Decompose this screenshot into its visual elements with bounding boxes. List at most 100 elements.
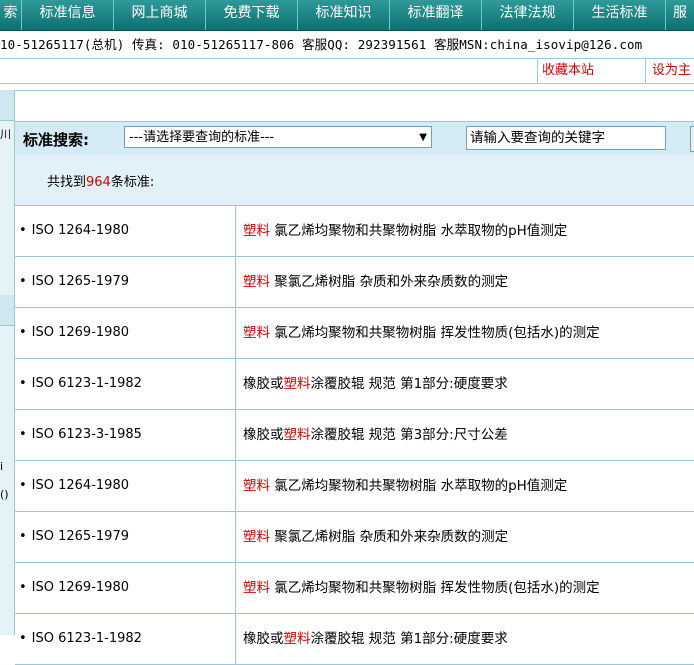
standard-code-link[interactable]: ISO 1265-1979 xyxy=(32,274,129,289)
standard-code-cell: • ISO 6123-1-1982 xyxy=(15,614,236,664)
result-summary: 共找到964条标准: xyxy=(15,155,694,206)
standard-title-link[interactable]: 橡胶或塑料涂覆胶辊 规范 第3部分:尺寸公差 xyxy=(243,410,508,460)
table-row: • ISO 6123-3-1985 橡胶或塑料涂覆胶辊 规范 第3部分:尺寸公差 xyxy=(15,410,694,461)
standard-code-cell: • ISO 6123-1-1982 xyxy=(15,359,236,409)
sidebar-tab[interactable] xyxy=(0,90,14,121)
bullet-icon: • xyxy=(19,631,27,646)
bookmark-strip: 收藏本站 设为主 xyxy=(0,58,694,84)
standard-code-cell: • ISO 1265-1979 xyxy=(15,512,236,562)
title-keyword: 塑料 xyxy=(243,325,270,341)
standard-code-link[interactable]: ISO 1264-1980 xyxy=(32,223,129,238)
divider xyxy=(537,59,538,83)
title-rest: 氯乙烯均聚物和共聚物树脂 水萃取物的pH值测定 xyxy=(270,478,568,494)
divider xyxy=(645,59,646,83)
add-favorite-link[interactable]: 收藏本站 xyxy=(542,59,594,83)
bullet-icon: • xyxy=(19,427,27,442)
title-prefix: 橡胶或 xyxy=(243,631,284,647)
table-row: • ISO 1264-1980 塑料 氯乙烯均聚物和共聚物树脂 水萃取物的pH值测… xyxy=(15,206,694,257)
result-count-suffix: 条标准: xyxy=(110,175,155,190)
bullet-icon: • xyxy=(19,325,27,340)
standard-code-link[interactable]: ISO 1265-1979 xyxy=(32,529,129,544)
table-row: • ISO 6123-1-1982 橡胶或塑料涂覆胶辊 规范 第1部分:硬度要求 xyxy=(15,614,694,665)
bullet-icon: • xyxy=(19,580,27,595)
standard-title-link[interactable]: 橡胶或塑料涂覆胶辊 规范 第1部分:硬度要求 xyxy=(243,614,508,664)
bullet-icon: • xyxy=(19,529,27,544)
nav-item-online-shop[interactable]: 网上商城 xyxy=(114,0,206,30)
standard-title-link[interactable]: 塑料 氯乙烯均聚物和共聚物树脂 水萃取物的pH值测定 xyxy=(243,461,567,511)
left-sidebar: 川 i () xyxy=(0,90,15,635)
title-rest: 聚氯乙烯树脂 杂质和外来杂质数的测定 xyxy=(270,529,509,545)
standard-code-link[interactable]: ISO 6123-1-1982 xyxy=(32,631,142,646)
nav-item-search[interactable]: 索 xyxy=(0,0,22,30)
title-rest: 涂覆胶辊 规范 第1部分:硬度要求 xyxy=(310,376,508,392)
standard-code-cell: • ISO 1264-1980 xyxy=(15,461,236,511)
set-homepage-link[interactable]: 设为主 xyxy=(652,59,691,83)
title-rest: 氯乙烯均聚物和共聚物树脂 挥发性物质(包括水)的测定 xyxy=(270,580,600,596)
standard-code-link[interactable]: ISO 1269-1980 xyxy=(32,580,129,595)
title-keyword: 塑料 xyxy=(283,631,311,647)
title-keyword: 塑料 xyxy=(283,427,311,443)
result-count: 共找到964条标准: xyxy=(47,171,154,190)
standard-title-link[interactable]: 塑料 聚氯乙烯树脂 杂质和外来杂质数的测定 xyxy=(243,257,508,307)
standard-code-link[interactable]: ISO 6123-1-1982 xyxy=(32,376,142,391)
bullet-icon: • xyxy=(19,376,27,391)
standard-code-link[interactable]: ISO 1269-1980 xyxy=(32,325,129,340)
standard-code-cell: • ISO 6123-3-1985 xyxy=(15,410,236,460)
search-bar: 标准搜索: ---请选择要查询的标准--- ▼ xyxy=(15,121,694,156)
title-keyword: 塑料 xyxy=(283,376,311,392)
sidebar-text: 川 xyxy=(0,128,11,141)
title-prefix: 橡胶或 xyxy=(243,427,284,443)
standard-select-value: ---请选择要查询的标准--- xyxy=(129,130,275,145)
nav-item-free-download[interactable]: 免费下载 xyxy=(206,0,298,30)
title-keyword: 塑料 xyxy=(243,274,270,290)
bullet-icon: • xyxy=(19,223,27,238)
nav-item-standard-info[interactable]: 标准信息 xyxy=(22,0,114,30)
table-row: • ISO 1269-1980 塑料 氯乙烯均聚物和共聚物树脂 挥发性物质(包括水… xyxy=(15,308,694,359)
title-keyword: 塑料 xyxy=(243,580,270,596)
standard-code-cell: • ISO 1269-1980 xyxy=(15,308,236,358)
search-label: 标准搜索: xyxy=(23,131,89,149)
search-button[interactable] xyxy=(690,126,694,152)
table-row: • ISO 1264-1980 塑料 氯乙烯均聚物和共聚物树脂 水萃取物的pH值测… xyxy=(15,461,694,512)
table-row: • ISO 1265-1979 塑料 聚氯乙烯树脂 杂质和外来杂质数的测定 xyxy=(15,257,694,308)
standard-code-link[interactable]: ISO 6123-3-1985 xyxy=(32,427,142,442)
table-row: • ISO 1269-1980 塑料 氯乙烯均聚物和共聚物树脂 挥发性物质(包括水… xyxy=(15,563,694,614)
standard-title-link[interactable]: 塑料 氯乙烯均聚物和共聚物树脂 挥发性物质(包括水)的测定 xyxy=(243,563,600,613)
standard-title-link[interactable]: 橡胶或塑料涂覆胶辊 规范 第1部分:硬度要求 xyxy=(243,359,508,409)
title-rest: 涂覆胶辊 规范 第1部分:硬度要求 xyxy=(310,631,508,647)
nav-item-standard-translation[interactable]: 标准翻译 xyxy=(390,0,482,30)
sidebar-tab[interactable] xyxy=(0,295,14,326)
standard-title-link[interactable]: 塑料 氯乙烯均聚物和共聚物树脂 挥发性物质(包括水)的测定 xyxy=(243,308,600,358)
nav-item-service[interactable]: 服 xyxy=(666,0,694,30)
header-blank xyxy=(15,90,694,121)
standard-code-link[interactable]: ISO 1264-1980 xyxy=(32,478,129,493)
title-rest: 涂覆胶辊 规范 第3部分:尺寸公差 xyxy=(310,427,508,443)
result-count-prefix: 共找到 xyxy=(47,175,87,190)
sidebar-text: () xyxy=(0,488,9,501)
title-rest: 氯乙烯均聚物和共聚物树脂 水萃取物的pH值测定 xyxy=(270,223,568,239)
title-rest: 聚氯乙烯树脂 杂质和外来杂质数的测定 xyxy=(270,274,509,290)
bullet-icon: • xyxy=(19,478,27,493)
standard-code-cell: • ISO 1269-1980 xyxy=(15,563,236,613)
nav-item-standard-knowledge[interactable]: 标准知识 xyxy=(298,0,390,30)
nav-item-laws[interactable]: 法律法规 xyxy=(482,0,574,30)
top-nav: 索 标准信息 网上商城 免费下载 标准知识 标准翻译 法律法规 生活标准 服 xyxy=(0,0,694,31)
result-count-number: 964 xyxy=(86,175,111,190)
bullet-icon: • xyxy=(19,274,27,289)
main-panel: 标准搜索: ---请选择要查询的标准--- ▼ 共找到964条标准: • ISO … xyxy=(15,90,694,665)
contact-info: 10-51265117(总机) 传真: 010-51265117-806 客服Q… xyxy=(0,31,694,58)
sidebar-text: i xyxy=(0,460,4,473)
dropdown-arrow-icon: ▼ xyxy=(419,132,427,143)
standard-select[interactable]: ---请选择要查询的标准--- ▼ xyxy=(124,126,432,148)
title-keyword: 塑料 xyxy=(243,223,270,239)
nav-item-life-standards[interactable]: 生活标准 xyxy=(574,0,666,30)
standard-title-link[interactable]: 塑料 氯乙烯均聚物和共聚物树脂 水萃取物的pH值测定 xyxy=(243,206,567,256)
standard-code-cell: • ISO 1264-1980 xyxy=(15,206,236,256)
table-row: • ISO 6123-1-1982 橡胶或塑料涂覆胶辊 规范 第1部分:硬度要求 xyxy=(15,359,694,410)
table-row: • ISO 1265-1979 塑料 聚氯乙烯树脂 杂质和外来杂质数的测定 xyxy=(15,512,694,563)
title-prefix: 橡胶或 xyxy=(243,376,284,392)
standard-code-cell: • ISO 1265-1979 xyxy=(15,257,236,307)
title-keyword: 塑料 xyxy=(243,529,270,545)
keyword-input[interactable] xyxy=(466,126,666,150)
standard-title-link[interactable]: 塑料 聚氯乙烯树脂 杂质和外来杂质数的测定 xyxy=(243,512,508,562)
